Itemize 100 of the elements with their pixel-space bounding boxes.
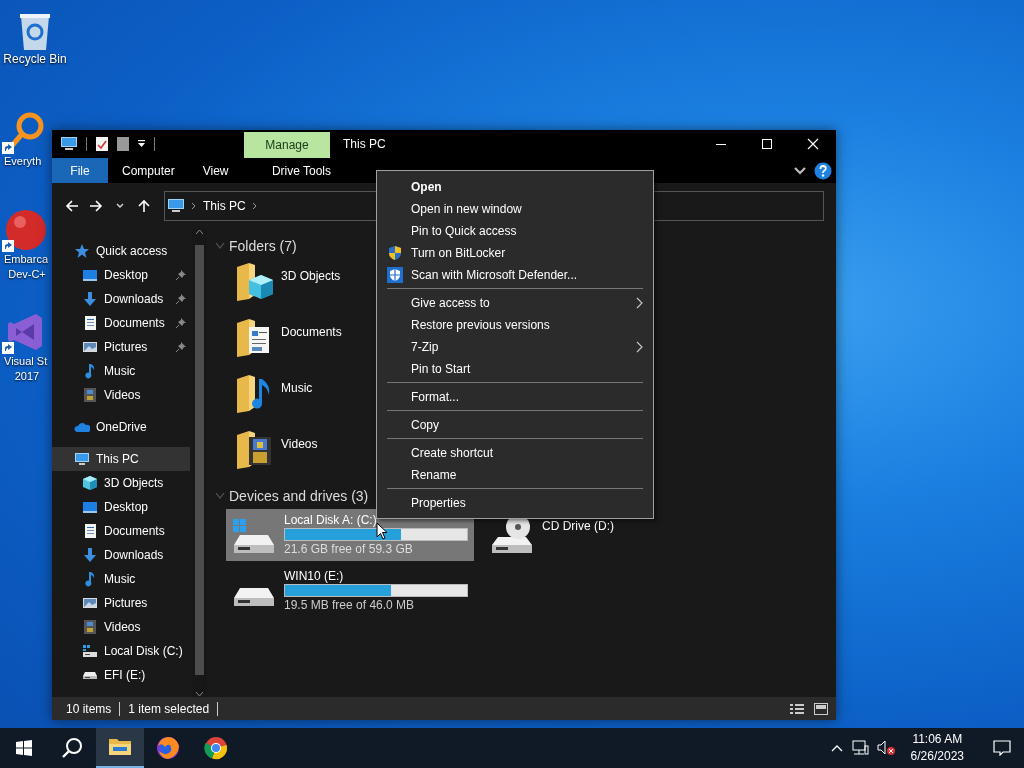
sidebar-item[interactable]: Videos <box>52 383 190 407</box>
chevron-down-icon[interactable] <box>794 165 806 176</box>
drive-tile[interactable]: Local Disk A: (C:) 21.6 GB free of 59.3 GB <box>226 509 474 561</box>
ribbon-tab[interactable]: Computer <box>108 158 189 183</box>
folder-name[interactable]: 3D Objects <box>281 261 341 317</box>
tiles-view-icon[interactable] <box>814 702 828 715</box>
menu-item[interactable]: Turn on BitLocker <box>387 242 643 264</box>
folder-name[interactable]: Documents <box>281 317 342 373</box>
clock[interactable]: 11:06 AM 6/26/2023 <box>902 731 972 765</box>
drive-icon <box>82 643 98 659</box>
close-icon[interactable] <box>807 138 819 150</box>
sidebar-item[interactable]: EFI (E:) <box>52 663 190 687</box>
taskbar-button[interactable] <box>96 728 144 768</box>
menu-item[interactable]: Pin to Quick access <box>387 220 643 242</box>
document-icon <box>82 523 98 539</box>
menu-item[interactable]: Copy <box>387 414 643 436</box>
film-icon <box>82 619 98 635</box>
sidebar-item[interactable]: Downloads <box>52 543 190 567</box>
icon-label[interactable]: Embarca <box>4 252 49 267</box>
fox-globe-icon <box>156 736 180 760</box>
document-icon <box>82 315 98 331</box>
ribbon-tab[interactable]: Drive Tools <box>258 158 345 183</box>
shortcut-arrow-icon <box>2 240 14 252</box>
network-icon[interactable] <box>850 740 869 756</box>
sidebar-item[interactable]: Videos <box>52 615 190 639</box>
notification-icon[interactable] <box>993 740 1011 756</box>
film-icon <box>82 387 98 403</box>
drive-icon <box>82 671 98 679</box>
sidebar-item[interactable]: Quick access <box>52 239 190 263</box>
icon-label[interactable]: Everyth <box>4 154 42 169</box>
icon-label[interactable]: Visual St <box>4 354 48 369</box>
details-view-icon[interactable] <box>790 702 804 715</box>
desktop-icon <box>82 267 98 283</box>
up-arrow-icon[interactable] <box>137 199 151 213</box>
ribbon-tab[interactable]: File <box>52 158 108 183</box>
menu-item[interactable]: Pin to Start <box>387 358 643 380</box>
defender-shield-icon <box>387 267 403 283</box>
icon-label[interactable]: 2017 <box>14 369 40 384</box>
drive-tile[interactable]: WIN10 (E:) 19.5 MB free of 46.0 MB <box>226 565 474 617</box>
download-icon <box>82 291 98 307</box>
chevron-up-icon[interactable] <box>830 744 843 752</box>
breadcrumb[interactable]: This PC <box>203 199 246 213</box>
menu-item[interactable]: Restore previous versions <box>387 314 643 336</box>
page-icon[interactable] <box>117 136 129 152</box>
menu-item[interactable]: Create shortcut <box>387 442 643 464</box>
download-icon <box>82 547 98 563</box>
forward-arrow-icon[interactable] <box>89 199 103 213</box>
pictures-icon <box>82 595 98 611</box>
folder-cube-icon[interactable] <box>235 261 275 303</box>
section-header[interactable]: Devices and drives (3) <box>229 488 369 504</box>
drive-icon <box>233 587 275 607</box>
sidebar-item[interactable]: Music <box>52 359 190 383</box>
search-icon[interactable] <box>61 737 83 759</box>
drive-name: WIN10 (E:) <box>284 569 344 583</box>
computer-icon[interactable] <box>60 136 78 152</box>
breadcrumb-chevron-icon <box>251 202 258 210</box>
scroll-up-icon <box>195 229 204 235</box>
cube-icon <box>82 475 98 491</box>
help-icon[interactable] <box>814 161 832 180</box>
dropdown-icon[interactable] <box>137 139 146 149</box>
scrollbar[interactable] <box>192 229 207 697</box>
sidebar-item[interactable]: Desktop <box>52 495 190 519</box>
star-icon <box>74 243 90 259</box>
submenu-chevron-icon <box>636 341 643 353</box>
menu-item[interactable]: Rename <box>387 464 643 486</box>
status-text: 10 items <box>66 701 112 716</box>
menu-item[interactable]: Open in new window <box>387 198 643 220</box>
icon-label[interactable]: Recycle Bin <box>3 52 67 67</box>
sidebar-item[interactable]: Pictures <box>52 591 190 615</box>
ribbon-tab[interactable]: View <box>188 158 243 183</box>
sidebar-item[interactable]: Desktop <box>52 263 190 287</box>
folder-name[interactable]: Videos <box>281 429 318 485</box>
sidebar-item[interactable]: 3D Objects <box>52 471 190 495</box>
icon-label[interactable]: Dev-C+ <box>8 267 46 282</box>
chrome-ball-icon <box>204 736 228 760</box>
back-arrow-icon[interactable] <box>65 199 79 213</box>
shortcut-arrow-icon <box>2 342 14 354</box>
menu-item[interactable]: Scan with Microsoft Defender... <box>387 264 643 286</box>
menu-item[interactable]: Give access to <box>387 292 643 314</box>
sidebar-item[interactable]: Documents <box>52 519 190 543</box>
sidebar-item[interactable]: Downloads <box>52 287 190 311</box>
muted-speaker-icon[interactable] <box>876 740 895 756</box>
sidebar-item[interactable]: Documents <box>52 311 190 335</box>
section-header[interactable]: Folders (7) <box>229 238 297 254</box>
breadcrumb-chevron-icon <box>191 202 197 210</box>
windows-logo-icon[interactable] <box>16 740 32 756</box>
desktop-icon <box>82 499 98 515</box>
sidebar-item[interactable]: Local Disk (C:) <box>52 639 190 663</box>
free-space: 21.6 GB free of 59.3 GB <box>284 542 413 556</box>
menu-item[interactable]: 7-Zip <box>387 336 643 358</box>
checklist-icon[interactable] <box>95 136 109 152</box>
app-logo-icon <box>4 208 46 252</box>
folder-name[interactable]: Music <box>281 373 313 429</box>
maximize-icon[interactable] <box>761 138 773 150</box>
sidebar-item[interactable]: Music <box>52 567 190 591</box>
sidebar-item[interactable]: This PC <box>52 447 190 471</box>
sidebar-item[interactable]: OneDrive <box>52 415 190 439</box>
drive-name: Local Disk A: (C:) <box>284 513 377 527</box>
menu-item[interactable]: Format... <box>387 386 643 408</box>
sidebar-item[interactable]: Pictures <box>52 335 190 359</box>
